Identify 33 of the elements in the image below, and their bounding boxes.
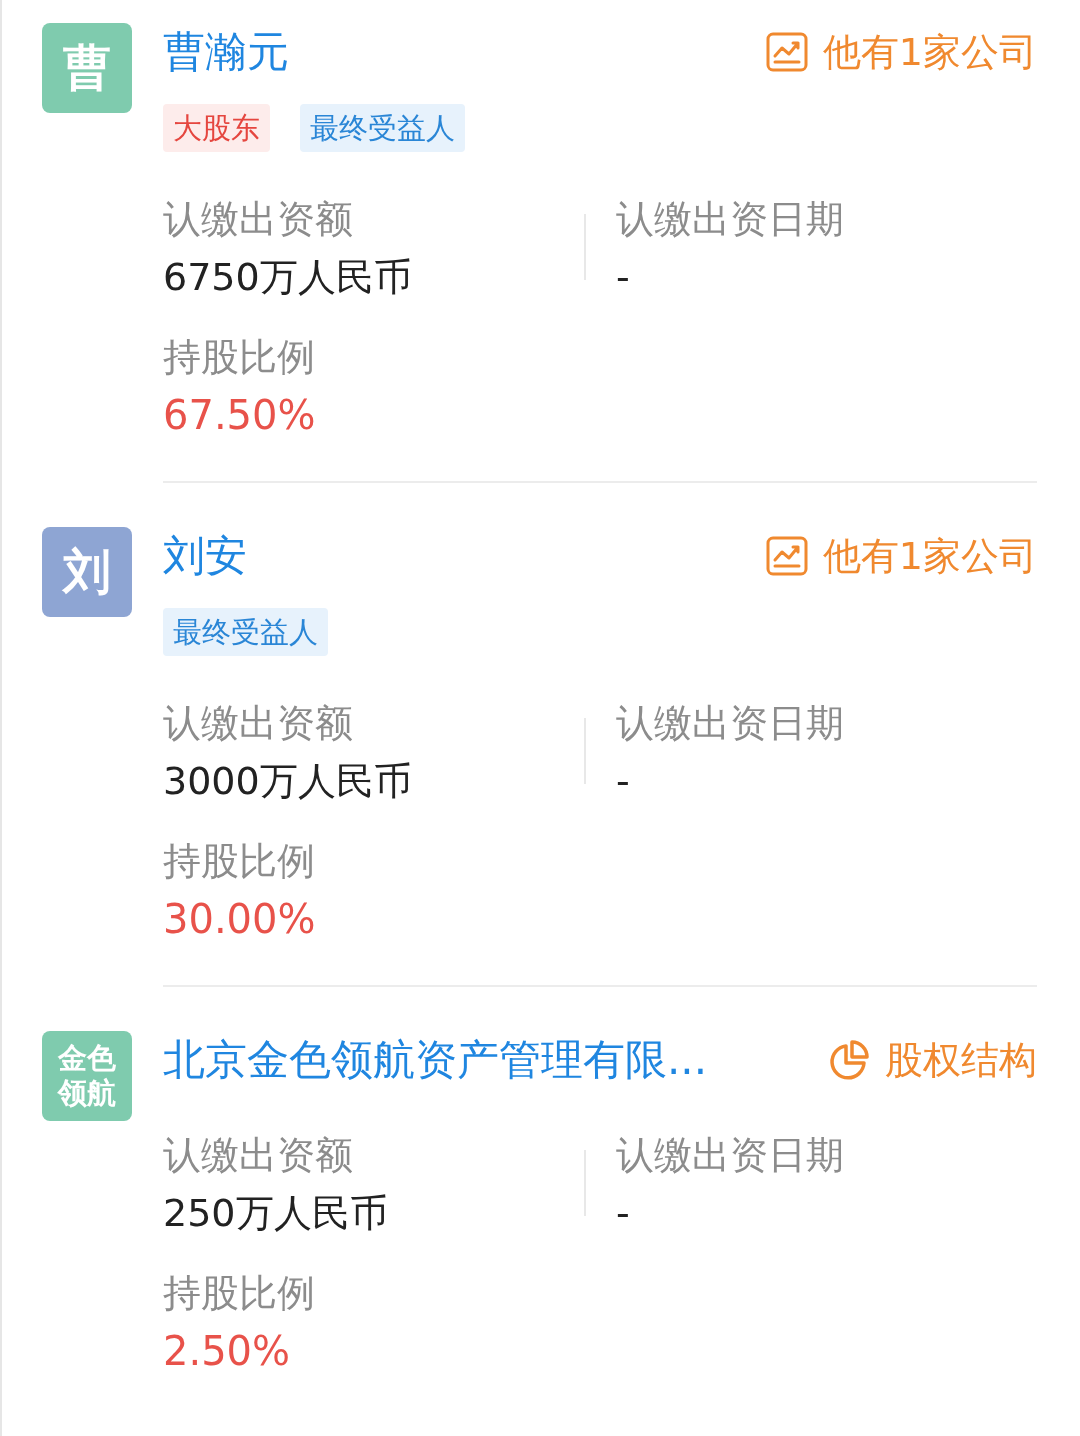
shareholder-name[interactable]: 北京金色领航资产管理有限... (163, 1032, 708, 1088)
field-value: 3000万人民币 (163, 758, 413, 805)
field-label: 认缴出资额 (163, 196, 354, 243)
field-label: 持股比例 (163, 1270, 316, 1317)
field-value: 6750万人民币 (163, 254, 413, 301)
shareholder-name[interactable]: 曹瀚元 (163, 24, 289, 80)
tag: 大股东 (163, 104, 270, 152)
avatar: 刘 (42, 527, 132, 617)
action-link[interactable]: 他有1家公司 (764, 26, 1037, 78)
tag: 最终受益人 (163, 608, 328, 656)
avatar: 金色领航 (42, 1031, 132, 1121)
field-label: 认缴出资日期 (616, 196, 845, 243)
avatar: 曹 (42, 23, 132, 113)
field-value: 67.50% (163, 391, 317, 440)
action-link[interactable]: 他有1家公司 (764, 530, 1037, 582)
field-label: 持股比例 (163, 838, 316, 885)
field-label: 认缴出资日期 (616, 1132, 845, 1179)
field-label: 持股比例 (163, 334, 316, 381)
field-label: 认缴出资日期 (616, 700, 845, 747)
field-label: 认缴出资额 (163, 1132, 354, 1179)
trend-chart-icon (764, 534, 809, 578)
field-value: - (616, 758, 631, 805)
shareholder-name[interactable]: 刘安 (163, 528, 247, 584)
action-link[interactable]: 股权结构 (827, 1034, 1037, 1086)
field-value: - (616, 1190, 631, 1237)
field-value: 30.00% (163, 895, 317, 944)
field-value: 2.50% (163, 1327, 292, 1376)
field-label: 认缴出资额 (163, 700, 354, 747)
field-value: - (616, 254, 631, 301)
field-value: 250万人民币 (163, 1190, 389, 1237)
tag: 最终受益人 (300, 104, 465, 152)
trend-chart-icon (764, 30, 809, 74)
pie-chart-icon (827, 1038, 871, 1082)
